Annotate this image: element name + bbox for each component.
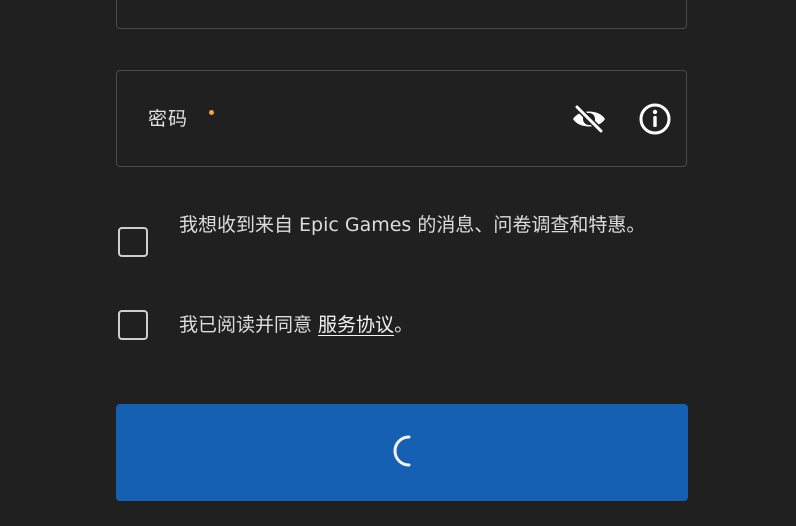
previous-input-field[interactable] [116, 0, 687, 29]
info-icon[interactable] [637, 101, 673, 137]
marketing-consent-label: 我想收到来自 Epic Games 的消息、问卷调查和特惠。 [179, 214, 646, 236]
submit-button[interactable] [116, 404, 688, 501]
marketing-consent-checkbox[interactable] [118, 227, 148, 257]
password-field[interactable]: 密码 [116, 70, 687, 167]
eye-slash-icon[interactable] [571, 101, 607, 137]
terms-text-before: 我已阅读并同意 [179, 314, 319, 336]
spinner-icon [387, 431, 417, 475]
marketing-consent-row: 我想收到来自 Epic Games 的消息、问卷调查和特惠。 [118, 214, 679, 257]
terms-consent-label: 我已阅读并同意 服务协议。 [179, 308, 679, 342]
terms-consent-row: 我已阅读并同意 服务协议。 [118, 310, 679, 342]
terms-text-after: 。 [394, 314, 414, 336]
terms-consent-checkbox[interactable] [118, 310, 148, 340]
terms-of-service-link[interactable]: 服务协议 [318, 314, 394, 336]
required-marker [209, 110, 214, 115]
password-label: 密码 [148, 108, 189, 130]
